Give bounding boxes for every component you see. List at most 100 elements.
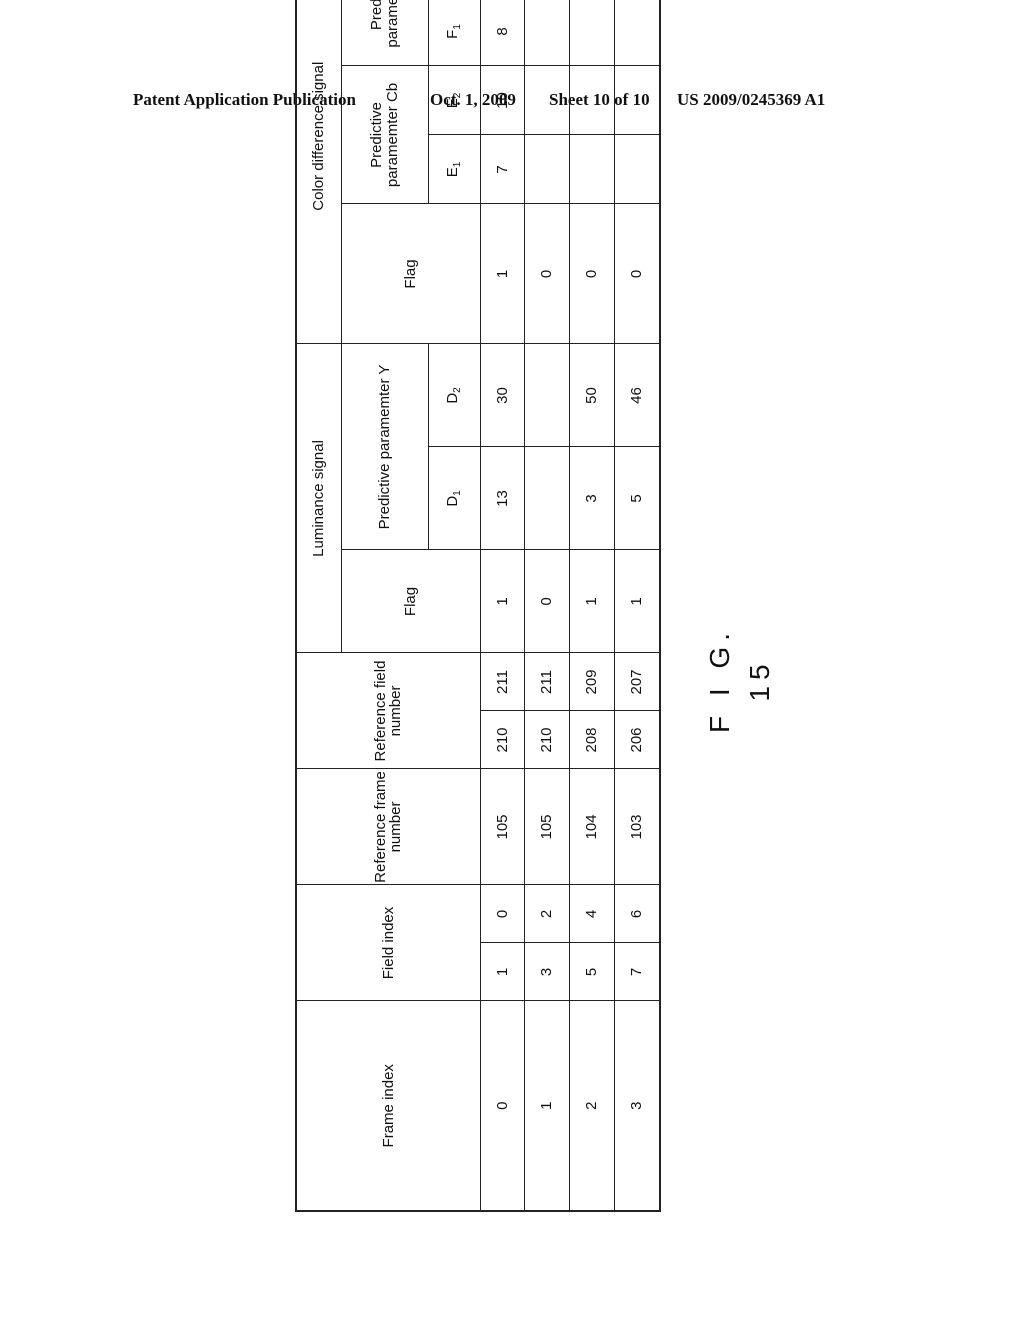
cell-field-index-a: 1 — [480, 943, 525, 1001]
cell-cd-flag-text: 1 — [493, 269, 511, 279]
header-pred-cb-text: Predictive paramemter Cb — [368, 82, 402, 188]
cell-d1: 13 — [480, 446, 525, 550]
cell-e2 — [614, 65, 660, 135]
header-f1: F1 — [428, 0, 481, 66]
cell-f1 — [569, 0, 615, 66]
header-pred-y-text: Predictive paramemter Y — [376, 364, 394, 530]
header-ref-frame: Reference frame number — [296, 768, 481, 885]
cell-ref-frame: 105 — [480, 768, 525, 885]
header-pred-cr-text: Predictive paramemter Cr — [368, 0, 401, 48]
header-e1: E1 — [428, 134, 481, 204]
cell-ref-frame: 105 — [524, 768, 570, 885]
cell-ref-field-b-text: 209 — [582, 669, 600, 695]
cell-ref-field-b-text: 207 — [627, 669, 645, 695]
header-pred-cr: Predictive paramemter Cr — [341, 0, 429, 66]
table-row: 01010521021111330171085 — [480, 0, 525, 1211]
cell-lum-flag-text: 1 — [582, 597, 600, 606]
cell-d2: 30 — [480, 343, 525, 447]
header-cd-flag-text: Flag — [402, 259, 420, 289]
cell-cd-flag-text: 0 — [538, 269, 556, 279]
cell-e1 — [524, 134, 570, 204]
cell-e1 — [569, 134, 615, 204]
cell-frame-index-text: 1 — [538, 1101, 556, 1110]
cell-field-index-b-text: 6 — [627, 909, 645, 919]
cell-e2 — [524, 65, 570, 135]
cell-d1: 5 — [614, 446, 660, 550]
header-frame-index: Frame index — [296, 1001, 481, 1211]
cell-e2: 10 — [480, 65, 525, 135]
cell-ref-field-a: 210 — [480, 710, 525, 769]
cell-d1-text: 13 — [493, 490, 511, 507]
cell-frame-index: 1 — [524, 1001, 570, 1211]
figure-caption: F I G. 15 — [700, 620, 775, 740]
header-field-index-text: Field index — [379, 906, 397, 980]
cell-field-index-b-text: 0 — [493, 909, 511, 919]
subscript: 2 — [452, 92, 464, 99]
cell-d2-text: 30 — [493, 387, 511, 404]
header-color-difference: Color difference signal — [296, 0, 342, 344]
cell-frame-index-text: 2 — [582, 1101, 600, 1110]
table-row: 2 5 4 104 208 209 1 3 50 0 — [569, 0, 615, 1211]
cell-frame-index-text: 0 — [493, 1101, 511, 1110]
header-frame-index-text: Frame index — [379, 1064, 397, 1148]
header-color-difference-text: Color difference signal — [310, 61, 328, 211]
cell-ref-frame-text: 104 — [582, 814, 600, 840]
cell-e1: 7 — [480, 134, 525, 204]
cell-e1 — [614, 134, 660, 204]
cell-lum-flag: 1 — [614, 549, 660, 653]
cell-field-index-a-text: 3 — [538, 967, 556, 977]
cell-lum-flag-text: 1 — [627, 597, 645, 606]
header-field-index: Field index — [296, 884, 481, 1001]
cell-field-index-b-text: 4 — [582, 909, 600, 919]
cell-e2 — [569, 65, 615, 135]
cell-ref-field-b: 207 — [614, 652, 660, 711]
header-lum-flag-text: Flag — [402, 586, 420, 617]
table-row: 3 7 6 103 206 207 1 5 46 0 — [614, 0, 660, 1211]
table-row: 1 3 2 105 210 211 0 0 — [524, 0, 570, 1211]
cell-cd-flag-text: 0 — [582, 269, 600, 279]
cell-d2-text: 46 — [627, 387, 645, 404]
cell-d2-text: 50 — [582, 387, 600, 404]
cell-ref-field-b-text: 211 — [538, 670, 556, 694]
cell-ref-field-a-text: 206 — [627, 727, 645, 753]
subscript: 2 — [452, 387, 464, 393]
cell-ref-frame-text: 103 — [627, 814, 645, 840]
cell-ref-field-b: 209 — [569, 652, 615, 711]
cell-field-index-b: 4 — [569, 884, 615, 943]
cell-field-index-a-text: 5 — [582, 967, 600, 977]
cell-ref-field-a: 210 — [524, 710, 570, 769]
header-pred-y: Predictive paramemter Y — [341, 343, 429, 550]
cell-field-index-b: 6 — [614, 884, 660, 943]
cell-ref-frame: 104 — [569, 768, 615, 885]
cell-ref-frame: 103 — [614, 768, 660, 885]
header-e2-text: E — [444, 98, 462, 109]
cell-lum-flag: 1 — [569, 549, 615, 653]
cell-ref-field-a-text: 208 — [582, 727, 600, 753]
header-ref-field-text: Reference field number — [371, 660, 405, 762]
cell-field-index-a: 5 — [569, 943, 615, 1001]
cell-f1: 8 — [480, 0, 525, 66]
header-luminance-text: Luminance signal — [310, 440, 328, 557]
cell-frame-index: 3 — [614, 1001, 660, 1211]
header-d2-text: D — [444, 392, 462, 404]
cell-ref-field-b: 211 — [480, 652, 525, 711]
cell-d2: 46 — [614, 343, 660, 447]
cell-ref-field-a: 206 — [614, 710, 660, 769]
cell-ref-frame-text: 105 — [493, 814, 511, 840]
cell-e1-text: 7 — [493, 165, 511, 174]
cell-ref-field-b: 211 — [524, 652, 570, 711]
cell-d2: 50 — [569, 343, 615, 447]
cell-d1: 3 — [569, 446, 615, 550]
cell-field-index-a-text: 1 — [493, 967, 511, 977]
cell-field-index-b: 2 — [524, 884, 570, 943]
subscript: 1 — [452, 161, 464, 168]
cell-cd-flag: 0 — [614, 203, 660, 344]
cell-field-index-a: 7 — [614, 943, 660, 1001]
cell-field-index-b-text: 2 — [538, 909, 556, 919]
cell-cd-flag: 0 — [569, 203, 615, 344]
cell-ref-field-a-text: 210 — [538, 727, 556, 753]
cell-field-index-a: 3 — [524, 943, 570, 1001]
header-d1-text: D — [444, 495, 462, 507]
cell-d2 — [524, 343, 570, 447]
cell-f1-text: 8 — [493, 27, 511, 36]
